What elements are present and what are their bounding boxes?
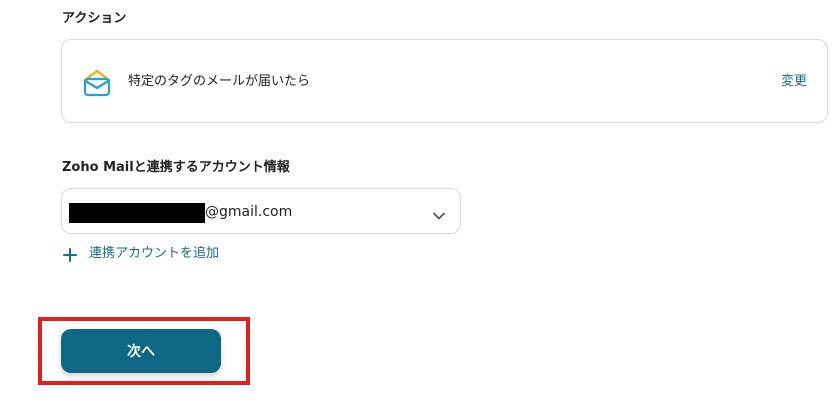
add-account-label: 連携アカウントを追加: [89, 246, 220, 261]
account-email-value: @gmail.com: [205, 204, 293, 220]
account-select[interactable]: @gmail.com: [61, 188, 461, 234]
action-card: 特定のタグのメールが届いたら 変更: [61, 39, 828, 123]
next-button[interactable]: 次へ: [61, 329, 221, 373]
page: アクション 特定のタグのメールが届いたら 変更 Zoho Mailと連携するアカ…: [0, 0, 835, 400]
zoho-mail-envelope-icon: [81, 67, 113, 99]
account-section-title: Zoho Mailと連携するアカウント情報: [62, 160, 290, 175]
action-section-title: アクション: [62, 11, 127, 26]
redacted-email-block: [69, 203, 205, 223]
chevron-down-icon: [432, 206, 446, 220]
change-link[interactable]: 変更: [781, 73, 807, 91]
plus-icon: [63, 247, 77, 262]
action-trigger-text: 特定のタグのメールが届いたら: [128, 74, 311, 89]
add-account-link[interactable]: 連携アカウントを追加: [63, 244, 219, 264]
